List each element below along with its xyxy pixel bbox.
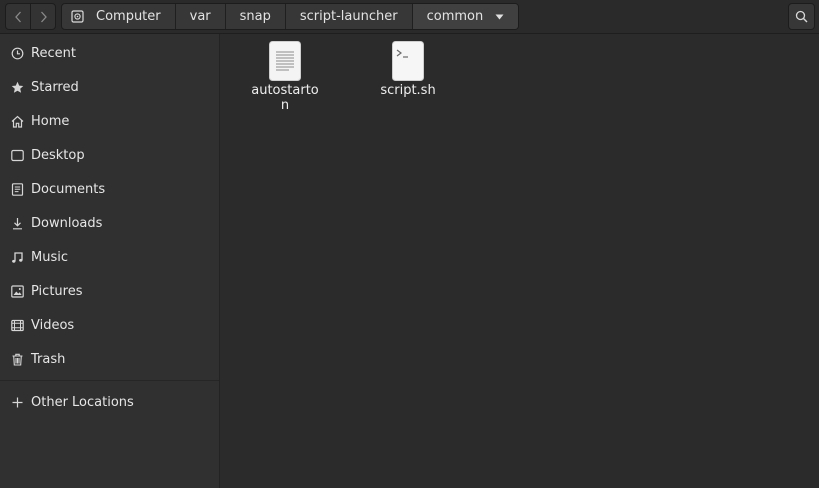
document-icon xyxy=(9,181,25,197)
sidebar-item-music[interactable]: Music xyxy=(0,240,219,274)
back-button[interactable] xyxy=(6,4,30,29)
file-name: autostarton xyxy=(251,83,319,113)
sidebar-item-videos[interactable]: Videos xyxy=(0,308,219,342)
header-bar: Computer var snap script-launcher common xyxy=(0,0,819,34)
breadcrumb-label: script-launcher xyxy=(299,9,398,24)
breadcrumb-label: Computer xyxy=(96,9,161,24)
file-item-script-sh[interactable]: script.sh xyxy=(363,34,453,98)
plus-icon xyxy=(9,394,25,410)
sidebar-item-trash[interactable]: Trash xyxy=(0,342,219,376)
file-view: autostarton script.sh xyxy=(220,34,819,488)
sidebar-item-label: Recent xyxy=(31,45,76,61)
file-manager-window: Computer var snap script-launcher common xyxy=(0,0,819,488)
search-icon xyxy=(795,10,808,23)
sidebar-item-starred[interactable]: Starred xyxy=(0,70,219,104)
breadcrumb-var[interactable]: var xyxy=(174,4,225,29)
star-icon xyxy=(9,79,25,95)
breadcrumb-snap[interactable]: snap xyxy=(224,4,285,29)
sidebar-item-other-locations[interactable]: Other Locations xyxy=(0,385,219,419)
sidebar-item-label: Music xyxy=(31,249,68,265)
sidebar-item-label: Desktop xyxy=(31,147,85,163)
music-icon xyxy=(9,249,25,265)
trash-icon xyxy=(9,351,25,367)
sidebar-item-label: Starred xyxy=(31,79,79,95)
navigation-buttons xyxy=(5,3,56,30)
sidebar-item-recent[interactable]: Recent xyxy=(0,36,219,70)
drive-icon xyxy=(71,10,84,23)
sidebar-item-pictures[interactable]: Pictures xyxy=(0,274,219,308)
terminal-script-icon xyxy=(392,41,424,81)
download-icon xyxy=(9,215,25,231)
clock-icon xyxy=(9,45,25,61)
breadcrumb-computer[interactable]: Computer xyxy=(62,4,175,29)
sidebar-item-home[interactable]: Home xyxy=(0,104,219,138)
video-icon xyxy=(9,317,25,333)
breadcrumb-label: snap xyxy=(239,9,271,24)
search-button[interactable] xyxy=(788,3,815,30)
breadcrumb-label: var xyxy=(189,9,211,24)
dropdown-arrow-icon xyxy=(495,14,504,20)
breadcrumb-label: common xyxy=(426,9,484,24)
chevron-right-icon xyxy=(40,11,47,22)
sidebar-item-label: Videos xyxy=(31,317,75,333)
sidebar: Recent Starred Home Desktop Documents Do… xyxy=(0,34,220,488)
sidebar-item-label: Pictures xyxy=(31,283,83,299)
forward-button[interactable] xyxy=(30,4,55,29)
sidebar-item-label: Trash xyxy=(31,351,66,367)
desktop-icon xyxy=(9,147,25,163)
picture-icon xyxy=(9,283,25,299)
chevron-left-icon xyxy=(14,11,21,22)
sidebar-separator xyxy=(0,380,219,381)
sidebar-item-label: Downloads xyxy=(31,215,103,231)
breadcrumb: Computer var snap script-launcher common xyxy=(61,3,520,30)
file-item-autostarton[interactable]: autostarton xyxy=(240,34,330,113)
breadcrumb-common[interactable]: common xyxy=(411,4,519,29)
breadcrumb-script-launcher[interactable]: script-launcher xyxy=(284,4,412,29)
sidebar-item-label: Home xyxy=(31,113,70,129)
sidebar-item-label: Documents xyxy=(31,181,106,197)
file-name: script.sh xyxy=(380,83,436,98)
sidebar-item-label: Other Locations xyxy=(31,394,134,410)
text-file-icon xyxy=(269,41,301,81)
sidebar-item-downloads[interactable]: Downloads xyxy=(0,206,219,240)
home-icon xyxy=(9,113,25,129)
sidebar-item-documents[interactable]: Documents xyxy=(0,172,219,206)
sidebar-item-desktop[interactable]: Desktop xyxy=(0,138,219,172)
